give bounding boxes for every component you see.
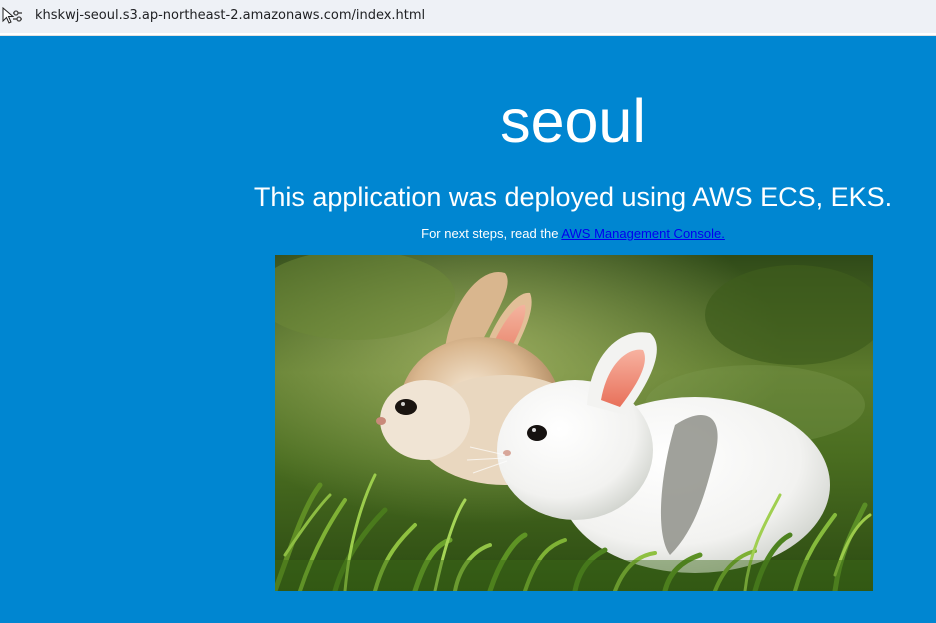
browser-address-bar: khskwj-seoul.s3.ap-northeast-2.amazonaws…	[0, 0, 936, 36]
tune-icon[interactable]	[2, 6, 24, 26]
page-subtitle: This application was deployed using AWS …	[253, 182, 893, 212]
page-title: seoul	[500, 87, 646, 155]
next-steps-text: For next steps, read the AWS Management …	[210, 226, 936, 242]
aws-console-link[interactable]: AWS Management Console.	[561, 226, 725, 241]
url-field[interactable]: khskwj-seoul.s3.ap-northeast-2.amazonaws…	[0, 0, 936, 33]
page-body: seoul This application was deployed usin…	[0, 37, 936, 623]
next-steps-prefix: For next steps, read the	[421, 226, 562, 241]
url-text[interactable]: khskwj-seoul.s3.ap-northeast-2.amazonaws…	[35, 8, 425, 23]
rabbits-photo	[275, 255, 873, 591]
